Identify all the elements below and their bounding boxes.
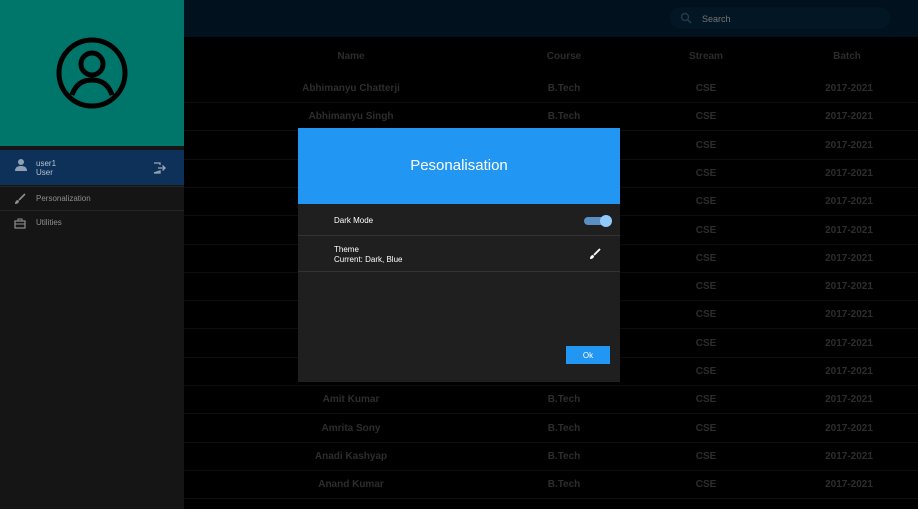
table-row-divider bbox=[184, 498, 918, 500]
table-cell: 2017-2021 bbox=[825, 196, 873, 208]
table-cell: 2017-2021 bbox=[825, 83, 873, 94]
toggle-thumb[interactable] bbox=[600, 215, 612, 227]
table-cell: B.Tech bbox=[547, 111, 581, 123]
table-row-divider bbox=[184, 413, 918, 415]
table-cell: Anand Kumar bbox=[318, 479, 384, 491]
table-cell: 2017-2021 bbox=[825, 224, 873, 236]
table-cell: CSE bbox=[695, 337, 717, 349]
brush-icon bbox=[15, 193, 26, 204]
table-cell: Abhimanyu Chatterji bbox=[302, 83, 400, 94]
table-cell: CSE bbox=[695, 83, 717, 94]
table-cell: 2017-2021 bbox=[825, 337, 873, 349]
table-cell: CSE bbox=[695, 281, 717, 293]
sidebar-item-personalization[interactable]: Personalization bbox=[0, 187, 184, 211]
table-cell: Amit Kumar bbox=[322, 394, 380, 406]
search-input[interactable] bbox=[700, 10, 884, 28]
table-cell: CSE bbox=[695, 394, 717, 406]
table-cell: CSE bbox=[695, 479, 717, 491]
sidebar-item-utilities[interactable]: Utilities bbox=[0, 211, 184, 235]
logout-icon[interactable] bbox=[152, 161, 166, 175]
table-cell: 2017-2021 bbox=[825, 167, 873, 179]
dialog-divider bbox=[298, 235, 620, 236]
search-box[interactable] bbox=[670, 7, 890, 29]
table-row-divider bbox=[184, 385, 918, 386]
user-role: User bbox=[36, 168, 53, 177]
table-cell: Abhimanyu Singh bbox=[308, 111, 394, 123]
table-cell: CSE bbox=[695, 366, 717, 377]
table-cell: CSE bbox=[695, 252, 717, 264]
table-cell: Anadi Kashyap bbox=[314, 450, 388, 462]
person-icon bbox=[15, 159, 27, 171]
table-cell: 2017-2021 bbox=[825, 450, 873, 462]
profile-header bbox=[0, 0, 184, 146]
table-cell: 2017-2021 bbox=[825, 394, 873, 406]
toolbox-icon bbox=[14, 218, 26, 229]
table-cell: 2017-2021 bbox=[825, 139, 873, 151]
table-cell: Amrita Sony bbox=[321, 422, 381, 434]
column-header-batch[interactable]: Batch bbox=[807, 51, 887, 62]
personalisation-dialog: Pesonalisation Dark Mode Theme Current: … bbox=[298, 128, 620, 382]
table-row-divider bbox=[184, 102, 918, 103]
table-cell: 2017-2021 bbox=[825, 422, 873, 434]
table-row-divider bbox=[184, 441, 918, 443]
sidebar-item-label: Utilities bbox=[36, 218, 62, 227]
ok-button[interactable]: Ok bbox=[566, 346, 610, 364]
table-cell: B.Tech bbox=[547, 479, 581, 491]
table-cell: 2017-2021 bbox=[825, 252, 873, 264]
dialog-divider bbox=[298, 271, 620, 272]
table-cell: CSE bbox=[695, 422, 717, 434]
table-cell: B.Tech bbox=[547, 83, 581, 94]
dialog-header: Pesonalisation bbox=[298, 128, 620, 204]
table-cell: 2017-2021 bbox=[825, 479, 873, 491]
sidebar-item-label: Personalization bbox=[36, 194, 91, 203]
dialog-title: Pesonalisation bbox=[410, 157, 508, 174]
table-cell: 2017-2021 bbox=[825, 111, 873, 123]
table-cell: CSE bbox=[695, 111, 717, 123]
table-cell: 2017-2021 bbox=[825, 366, 873, 377]
table-cell: B.Tech bbox=[547, 422, 581, 434]
account-circle-icon bbox=[56, 37, 128, 109]
dark-mode-label: Dark Mode bbox=[334, 216, 374, 225]
table-cell: CSE bbox=[695, 167, 717, 179]
table-cell: CSE bbox=[695, 196, 717, 208]
search-icon bbox=[680, 12, 692, 24]
column-header-stream[interactable]: Stream bbox=[666, 51, 746, 62]
theme-current: Current: Dark, Blue bbox=[334, 255, 403, 264]
table-cell: 2017-2021 bbox=[825, 309, 873, 321]
table-cell: CSE bbox=[695, 224, 717, 236]
user-name: user1 bbox=[36, 159, 57, 168]
user-account-row[interactable]: user1 User bbox=[0, 150, 184, 185]
table-cell: 2017-2021 bbox=[825, 281, 873, 293]
top-app-bar bbox=[184, 0, 918, 37]
table-cell: B.Tech bbox=[547, 450, 581, 462]
column-header-name[interactable]: Name bbox=[291, 51, 411, 62]
sidebar: user1 User Personalization Utilities bbox=[0, 0, 184, 509]
table-cell: CSE bbox=[695, 450, 717, 462]
column-header-course[interactable]: Course bbox=[524, 51, 604, 62]
table-cell: B.Tech bbox=[547, 394, 581, 406]
table-row-divider bbox=[184, 469, 918, 471]
table-cell: CSE bbox=[695, 139, 717, 151]
brush-icon[interactable] bbox=[589, 248, 601, 260]
theme-label: Theme bbox=[334, 245, 359, 254]
table-cell: CSE bbox=[695, 309, 717, 321]
